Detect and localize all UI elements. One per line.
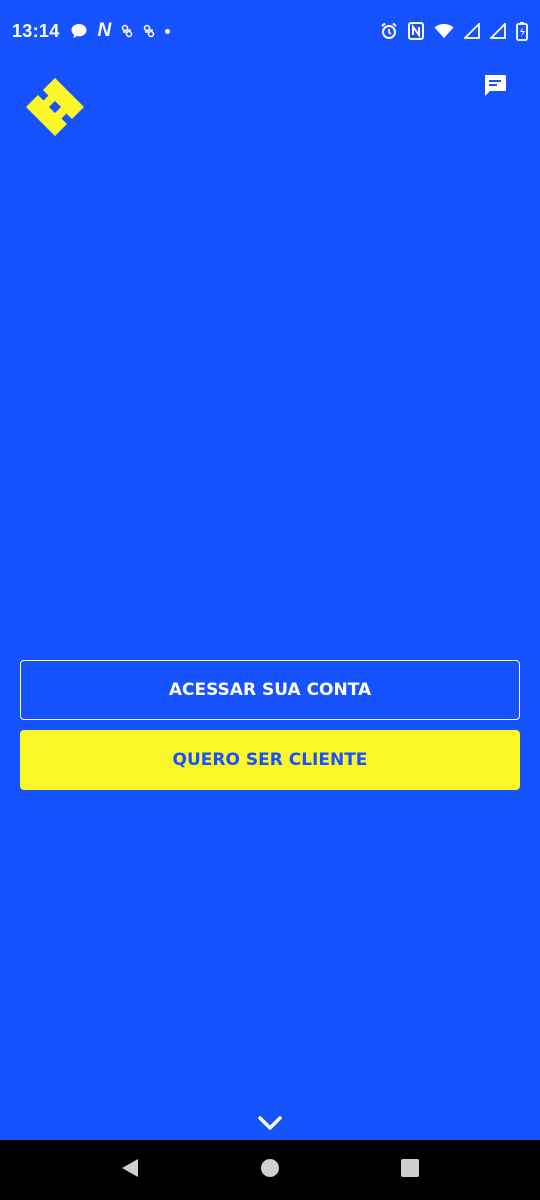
- screen: 13:14 N ACESSAR SUA CONTA QUERO SER CLIE…: [0, 0, 540, 1200]
- status-bar-left: 13:14 N: [12, 20, 171, 42]
- home-icon: [259, 1157, 281, 1184]
- recents-icon: [399, 1157, 421, 1184]
- dot-icon: [165, 28, 171, 34]
- chat-icon: [482, 72, 508, 103]
- access-account-button[interactable]: ACESSAR SUA CONTA: [20, 660, 520, 720]
- wifi-icon: [434, 23, 454, 39]
- become-client-label: QUERO SER CLIENTE: [172, 750, 368, 770]
- access-account-label: ACESSAR SUA CONTA: [168, 680, 372, 700]
- nfc-icon: [408, 22, 424, 40]
- n-app-icon: N: [97, 20, 112, 41]
- nav-recents-button[interactable]: [390, 1150, 430, 1190]
- nav-home-button[interactable]: [250, 1150, 290, 1190]
- system-nav-bar: [0, 1140, 540, 1200]
- battery-icon: [516, 21, 528, 41]
- chat-button[interactable]: [480, 72, 510, 102]
- back-icon: [119, 1157, 141, 1184]
- chevron-down-icon[interactable]: [256, 1112, 284, 1134]
- banco-do-brasil-logo: [24, 76, 86, 138]
- signal-icon: [490, 23, 506, 39]
- status-time: 13:14: [12, 20, 60, 41]
- status-bar-right: [380, 21, 528, 41]
- status-bar: 13:14 N: [0, 0, 540, 62]
- notification-icon: [143, 24, 155, 38]
- nav-back-button[interactable]: [110, 1150, 150, 1190]
- chat-bubble-icon: [70, 22, 88, 40]
- signal-icon: [464, 23, 480, 39]
- notification-icon: [121, 24, 133, 38]
- alarm-icon: [380, 22, 398, 40]
- become-client-button[interactable]: QUERO SER CLIENTE: [20, 730, 520, 790]
